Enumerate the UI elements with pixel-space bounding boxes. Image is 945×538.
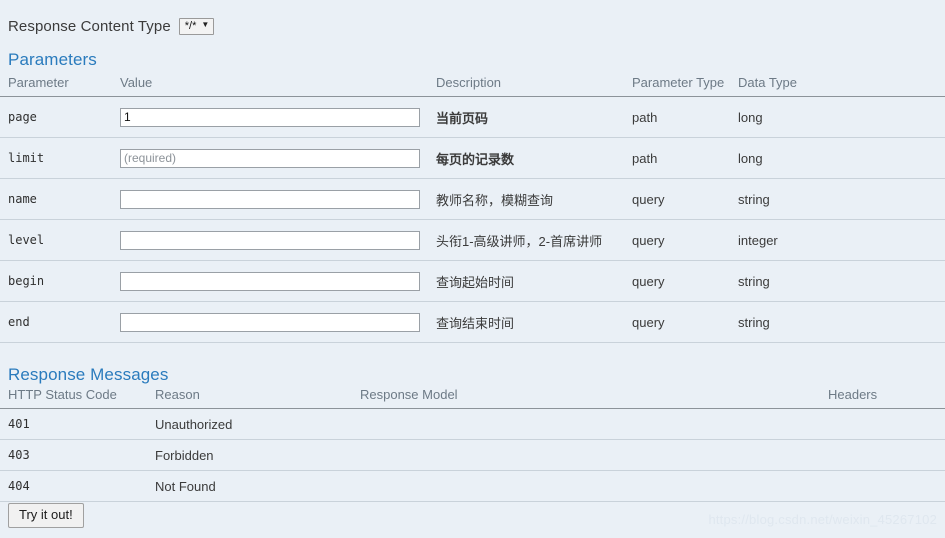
column-header-parameter: Parameter (8, 75, 69, 90)
response-content-type-row: Response Content Type */* ▼ (8, 14, 215, 38)
parameters-heading: Parameters (8, 50, 97, 69)
column-header-reason: Reason (155, 387, 200, 402)
column-header-data-type: Data Type (738, 75, 798, 90)
parameter-description: 教师名称，模糊查询 (436, 192, 554, 208)
table-row: name 教师名称，模糊查询 query string (0, 179, 945, 220)
parameter-name: page (8, 110, 37, 124)
parameter-data-type: string (738, 273, 770, 289)
response-content-type-select[interactable]: */* ▼ (178, 17, 215, 35)
response-headers (828, 440, 945, 471)
parameter-value-cell (120, 261, 436, 302)
table-row: limit 每页的记录数 path long (0, 138, 945, 179)
response-content-type-label: Response Content Type (8, 17, 171, 35)
parameter-data-type: long (738, 150, 763, 166)
table-row: 404 Not Found (0, 471, 945, 502)
parameter-value-cell (120, 97, 436, 138)
parameter-type: query (632, 191, 665, 207)
parameter-type: path (632, 150, 658, 166)
parameters-table-head: Parameter Value Description Parameter Ty… (0, 76, 945, 97)
parameter-data-type: string (738, 191, 770, 207)
parameter-name: end (8, 315, 30, 329)
chevron-down-icon: ▼ (201, 20, 210, 29)
parameter-data-type: integer (738, 232, 778, 248)
parameter-value-cell (120, 138, 436, 179)
table-row: 403 Forbidden (0, 440, 945, 471)
response-reason: Unauthorized (155, 416, 233, 432)
http-status-code: 401 (8, 417, 30, 431)
parameter-data-type: long (738, 109, 763, 125)
parameter-type: query (632, 314, 665, 330)
parameter-input-end[interactable] (120, 312, 420, 332)
table-row: begin 查询起始时间 query string (0, 261, 945, 302)
table-row: 401 Unauthorized (0, 409, 945, 440)
parameter-type: query (632, 273, 665, 289)
swagger-operation-panel: Response Content Type */* ▼ Parameters P… (0, 0, 945, 538)
parameter-description: 当前页码 (436, 110, 489, 126)
table-row: end 查询结束时间 query string (0, 302, 945, 343)
parameter-data-type: string (738, 314, 770, 330)
response-reason: Forbidden (155, 447, 214, 463)
response-model (360, 409, 828, 440)
column-header-parameter-type: Parameter Type (632, 75, 725, 90)
table-row: level 头衔1-高级讲师，2-首席讲师 query integer (0, 220, 945, 261)
response-headers (828, 409, 945, 440)
parameter-name: begin (8, 274, 45, 288)
parameter-description: 每页的记录数 (436, 151, 515, 167)
table-row: page 当前页码 path long (0, 97, 945, 138)
parameter-description: 查询起始时间 (436, 274, 515, 290)
response-messages-table-body: 401 Unauthorized 403 Forbidden 404 Not Found (0, 409, 945, 502)
response-content-type-value: */* (184, 20, 197, 32)
column-header-value: Value (120, 75, 153, 90)
response-messages-table: HTTP Status Code Reason Response Model H… (0, 388, 945, 502)
parameter-type: query (632, 232, 665, 248)
parameter-input-name[interactable] (120, 189, 420, 209)
response-messages-table-head: HTTP Status Code Reason Response Model H… (0, 388, 945, 409)
parameter-input-begin[interactable] (120, 271, 420, 291)
response-messages-header-row: HTTP Status Code Reason Response Model H… (0, 388, 945, 409)
watermark-text: https://blog.csdn.net/weixin_45267102 (708, 512, 937, 527)
parameter-value-cell (120, 302, 436, 343)
parameters-header-row: Parameter Value Description Parameter Ty… (0, 76, 945, 97)
parameter-value-cell (120, 220, 436, 261)
response-model (360, 471, 828, 502)
column-header-description: Description (436, 75, 502, 90)
parameter-input-level[interactable] (120, 230, 420, 250)
parameter-input-limit[interactable] (120, 148, 420, 168)
parameter-description: 查询结束时间 (436, 315, 515, 331)
response-model (360, 440, 828, 471)
http-status-code: 403 (8, 448, 30, 462)
parameter-name: name (8, 192, 37, 206)
try-it-out-button[interactable]: Try it out! (8, 503, 84, 528)
parameter-description: 头衔1-高级讲师，2-首席讲师 (436, 233, 603, 249)
http-status-code: 404 (8, 479, 30, 493)
column-header-response-model: Response Model (360, 387, 458, 402)
column-header-headers: Headers (828, 387, 878, 402)
parameters-table-body: page 当前页码 path long limit 每页的记录数 path long name 教… (0, 97, 945, 343)
parameter-input-page[interactable] (120, 107, 420, 127)
response-headers (828, 471, 945, 502)
parameter-name: level (8, 233, 45, 247)
parameter-name: limit (8, 151, 45, 165)
response-reason: Not Found (155, 478, 216, 494)
parameters-table: Parameter Value Description Parameter Ty… (0, 76, 945, 343)
column-header-http-status-code: HTTP Status Code (8, 387, 117, 402)
parameter-value-cell (120, 179, 436, 220)
response-messages-heading: Response Messages (8, 365, 169, 384)
parameter-type: path (632, 109, 658, 125)
